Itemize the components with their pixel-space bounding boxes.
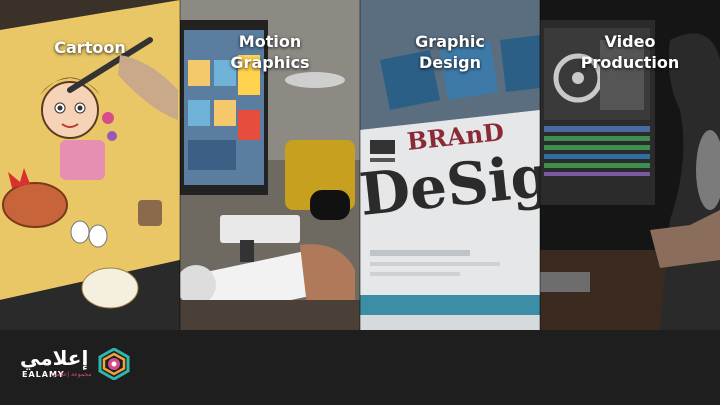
logo-arabic-name: إعلامي [20, 346, 89, 370]
panel-cartoon: Cartoon [0, 0, 180, 330]
ealamy-logo[interactable]: إعلامي EALAMY مجموعة إعلامي [16, 343, 136, 387]
panel-motion-graphics: Motion Graphics [180, 0, 360, 330]
panel-divider [359, 0, 361, 330]
panel-divider [539, 0, 541, 330]
banner: Cartoon Motion Graphics BRAnD DeSig Grap… [0, 0, 720, 405]
panel-divider [179, 0, 181, 330]
panel-title-graphic-design: Graphic Design [415, 32, 485, 72]
panel-graphic-design: BRAnD DeSig Graphic Design [360, 0, 540, 330]
panel-title-video-production: Video Production [580, 32, 680, 72]
panel-title-motion-graphics: Motion Graphics [230, 32, 310, 72]
panel-video-production: Video Production [540, 0, 720, 330]
logo-tagline: مجموعة إعلامي [52, 371, 92, 378]
logo-mark-icon [98, 348, 130, 380]
panel-title-cartoon: Cartoon [54, 38, 126, 57]
